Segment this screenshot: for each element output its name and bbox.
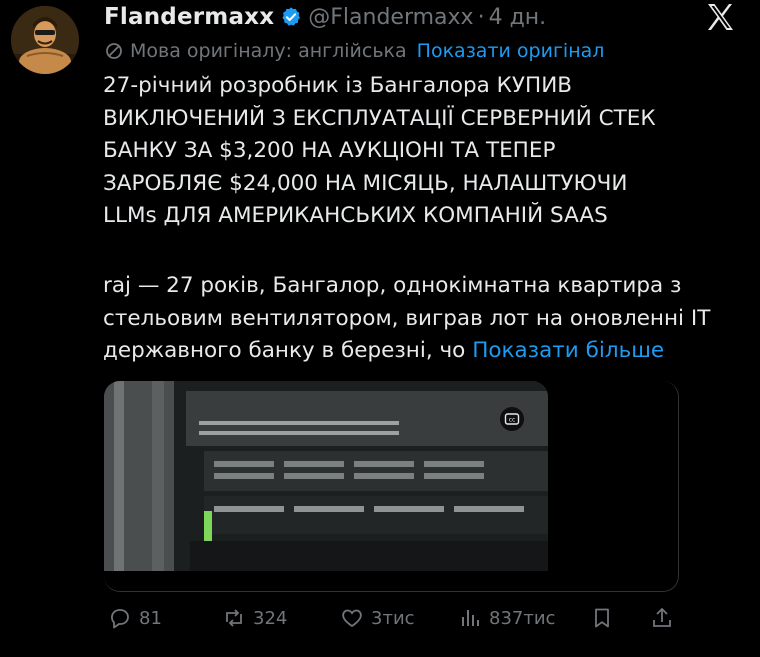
post-header: Flandermaxx @Flandermaxx · 4 дн. <box>104 0 546 34</box>
translate-icon <box>104 41 124 61</box>
like-button[interactable]: 3тис <box>340 600 415 636</box>
post-headline: 27-річний розробник із Бангалора КУПИВ В… <box>103 73 656 228</box>
bookmark-icon <box>595 608 609 628</box>
show-original-link[interactable]: Показати оригінал <box>417 40 605 62</box>
views-icon <box>462 610 479 626</box>
repost-button[interactable]: 324 <box>222 600 287 636</box>
share-icon <box>653 607 671 627</box>
views-count: 837тис <box>489 607 556 629</box>
header-separator: · <box>477 4 485 30</box>
author-name[interactable]: Flandermaxx <box>104 4 274 30</box>
repost-count: 324 <box>253 607 288 629</box>
like-icon <box>342 609 362 628</box>
closed-captions-icon[interactable]: cc <box>500 407 524 431</box>
show-more-link[interactable]: Показати більше <box>472 338 664 363</box>
avatar[interactable] <box>11 6 79 74</box>
video-thumbnail <box>104 381 548 571</box>
svg-text:cc: cc <box>509 417 516 424</box>
reply-button[interactable]: 81 <box>108 600 162 636</box>
translation-label: Мова оригіналу: англійська <box>130 40 407 62</box>
post-timestamp[interactable]: 4 дн. <box>489 5 547 30</box>
like-count: 3тис <box>371 607 415 629</box>
bookmark-button[interactable] <box>590 600 621 636</box>
share-button[interactable] <box>650 600 681 636</box>
post-body: raj — 27 років, Бангалор, однокімнатна к… <box>103 270 743 368</box>
x-logo-icon[interactable] <box>705 2 735 32</box>
reply-icon <box>111 609 129 629</box>
verified-badge-icon <box>280 6 302 28</box>
views-button[interactable]: 837тис <box>458 600 555 636</box>
translation-notice: Мова оригіналу: англійська Показати ориг… <box>104 38 604 64</box>
repost-icon <box>226 609 242 627</box>
action-bar: 81 324 3тис 837тис <box>0 600 760 636</box>
video-player[interactable] <box>104 381 548 571</box>
author-handle[interactable]: @Flandermaxx <box>308 5 473 30</box>
reply-count: 81 <box>139 607 162 629</box>
